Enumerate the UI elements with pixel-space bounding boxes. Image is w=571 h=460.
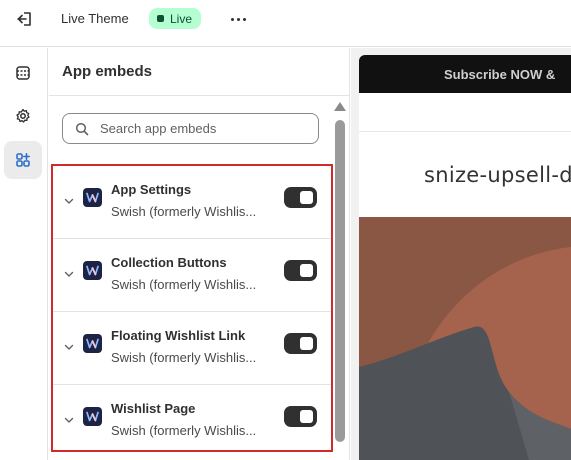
embed-row-collection-buttons: Collection Buttons Swish (formerly Wishl… — [53, 239, 331, 312]
announcement-bar: Subscribe NOW & — [359, 55, 571, 93]
gear-icon — [16, 108, 30, 123]
editor-nav-rail — [0, 48, 48, 460]
embed-subtitle: Swish (formerly Wishlis... — [111, 423, 257, 438]
app-embeds-panel: App embeds App Settings Swish (formerly … — [49, 48, 350, 460]
header-divider — [359, 131, 571, 132]
embed-subtitle: Swish (formerly Wishlis... — [111, 277, 257, 292]
embed-title: Floating Wishlist Link — [111, 328, 246, 343]
embed-title: App Settings — [111, 182, 192, 197]
swish-app-icon — [83, 188, 102, 207]
top-bar: Live Theme Live — [0, 0, 571, 47]
swish-app-icon — [83, 334, 102, 353]
swish-app-icon — [83, 407, 102, 426]
embed-title: Collection Buttons — [111, 255, 227, 270]
embed-toggle[interactable] — [284, 187, 317, 208]
chevron-down-icon[interactable] — [63, 341, 75, 353]
swish-app-icon — [83, 261, 102, 280]
embed-toggle[interactable] — [284, 333, 317, 354]
live-badge-label: Live — [170, 11, 193, 26]
chevron-down-icon[interactable] — [63, 414, 75, 426]
embed-toggle[interactable] — [284, 260, 317, 281]
theme-name: Live Theme — [61, 11, 129, 26]
rail-item-sections[interactable] — [4, 54, 42, 92]
embed-toggle[interactable] — [284, 406, 317, 427]
rail-item-settings[interactable] — [4, 97, 42, 135]
panel-scrollbar[interactable] — [334, 100, 346, 456]
embed-title: Wishlist Page — [111, 401, 196, 416]
embed-subtitle: Swish (formerly Wishlis... — [111, 204, 257, 219]
store-name: snize-upsell-d — [424, 163, 571, 187]
storefront-preview[interactable]: Subscribe NOW & snize-upsell-d — [359, 55, 571, 460]
app-embeds-list: App Settings Swish (formerly Wishlis... … — [51, 164, 333, 452]
chevron-down-icon[interactable] — [63, 195, 75, 207]
live-dot-icon — [157, 15, 164, 22]
embed-subtitle: Swish (formerly Wishlis... — [111, 350, 257, 365]
hero-image — [359, 217, 571, 460]
panel-header: App embeds — [49, 48, 349, 96]
live-status-badge: Live — [149, 8, 202, 29]
scroll-thumb[interactable] — [335, 120, 345, 442]
chevron-down-icon[interactable] — [63, 268, 75, 280]
embed-row-floating-wishlist-link: Floating Wishlist Link Swish (formerly W… — [53, 312, 331, 385]
sections-icon — [16, 66, 30, 80]
search-app-embeds[interactable] — [62, 113, 319, 144]
app-embeds-icon — [16, 153, 30, 167]
search-icon — [75, 122, 89, 135]
embed-row-app-settings: App Settings Swish (formerly Wishlis... — [53, 166, 331, 239]
panel-title: App embeds — [62, 63, 153, 80]
rail-item-app-embeds[interactable] — [4, 141, 42, 179]
exit-icon — [17, 12, 31, 26]
exit-button[interactable] — [12, 8, 38, 30]
theme-editor: Live Theme Live App embeds Search app em… — [0, 0, 571, 460]
search-input[interactable] — [100, 121, 300, 136]
embed-row-wishlist-page: Wishlist Page Swish (formerly Wishlis... — [53, 385, 331, 458]
more-actions-button[interactable] — [226, 8, 250, 30]
more-horizontal-icon — [230, 17, 234, 21]
scroll-up-arrow-icon[interactable] — [334, 102, 346, 111]
